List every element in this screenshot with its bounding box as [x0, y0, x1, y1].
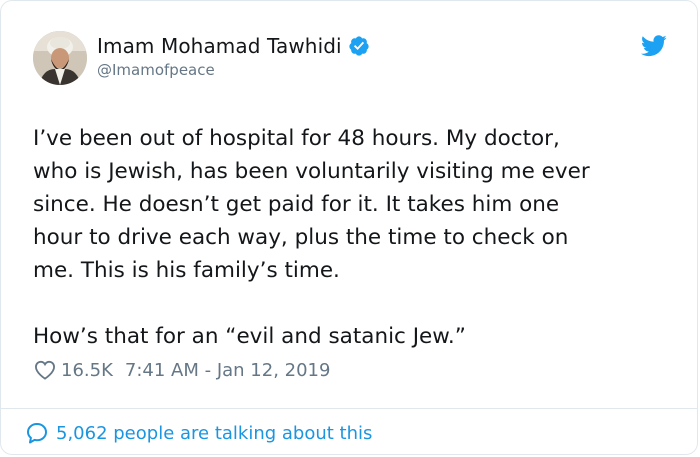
display-name[interactable]: Imam Mohamad Tawhidi	[97, 34, 342, 58]
divider	[1, 408, 697, 409]
user-handle[interactable]: @Imamofpeace	[97, 61, 370, 79]
timestamp-link[interactable]: 7:41 AM - Jan 12, 2019	[125, 360, 331, 381]
like-count[interactable]: 16.5K	[61, 360, 113, 381]
tweet-text: I’ve been out of hospital for 48 hours. …	[33, 126, 590, 349]
conversation-text[interactable]: 5,062 people are talking about this	[56, 423, 372, 444]
verified-badge-icon	[349, 36, 369, 56]
avatar[interactable]	[33, 31, 87, 85]
name-row: Imam Mohamad Tawhidi	[97, 33, 370, 59]
conversation-link[interactable]: 5,062 people are talking about this	[25, 420, 372, 446]
author-block: Imam Mohamad Tawhidi @Imamofpeace	[97, 33, 370, 79]
tweet-meta: 16.5K 7:41 AM - Jan 12, 2019	[34, 358, 330, 382]
heart-icon[interactable]	[34, 360, 56, 380]
tweet-header: Imam Mohamad Tawhidi @Imamofpeace	[33, 31, 667, 89]
twitter-bird-icon[interactable]	[641, 35, 667, 57]
tweet-card: Imam Mohamad Tawhidi @Imamofpeace I’ve b…	[0, 0, 698, 455]
avatar-image	[33, 31, 87, 85]
speech-bubble-icon	[27, 423, 47, 444]
